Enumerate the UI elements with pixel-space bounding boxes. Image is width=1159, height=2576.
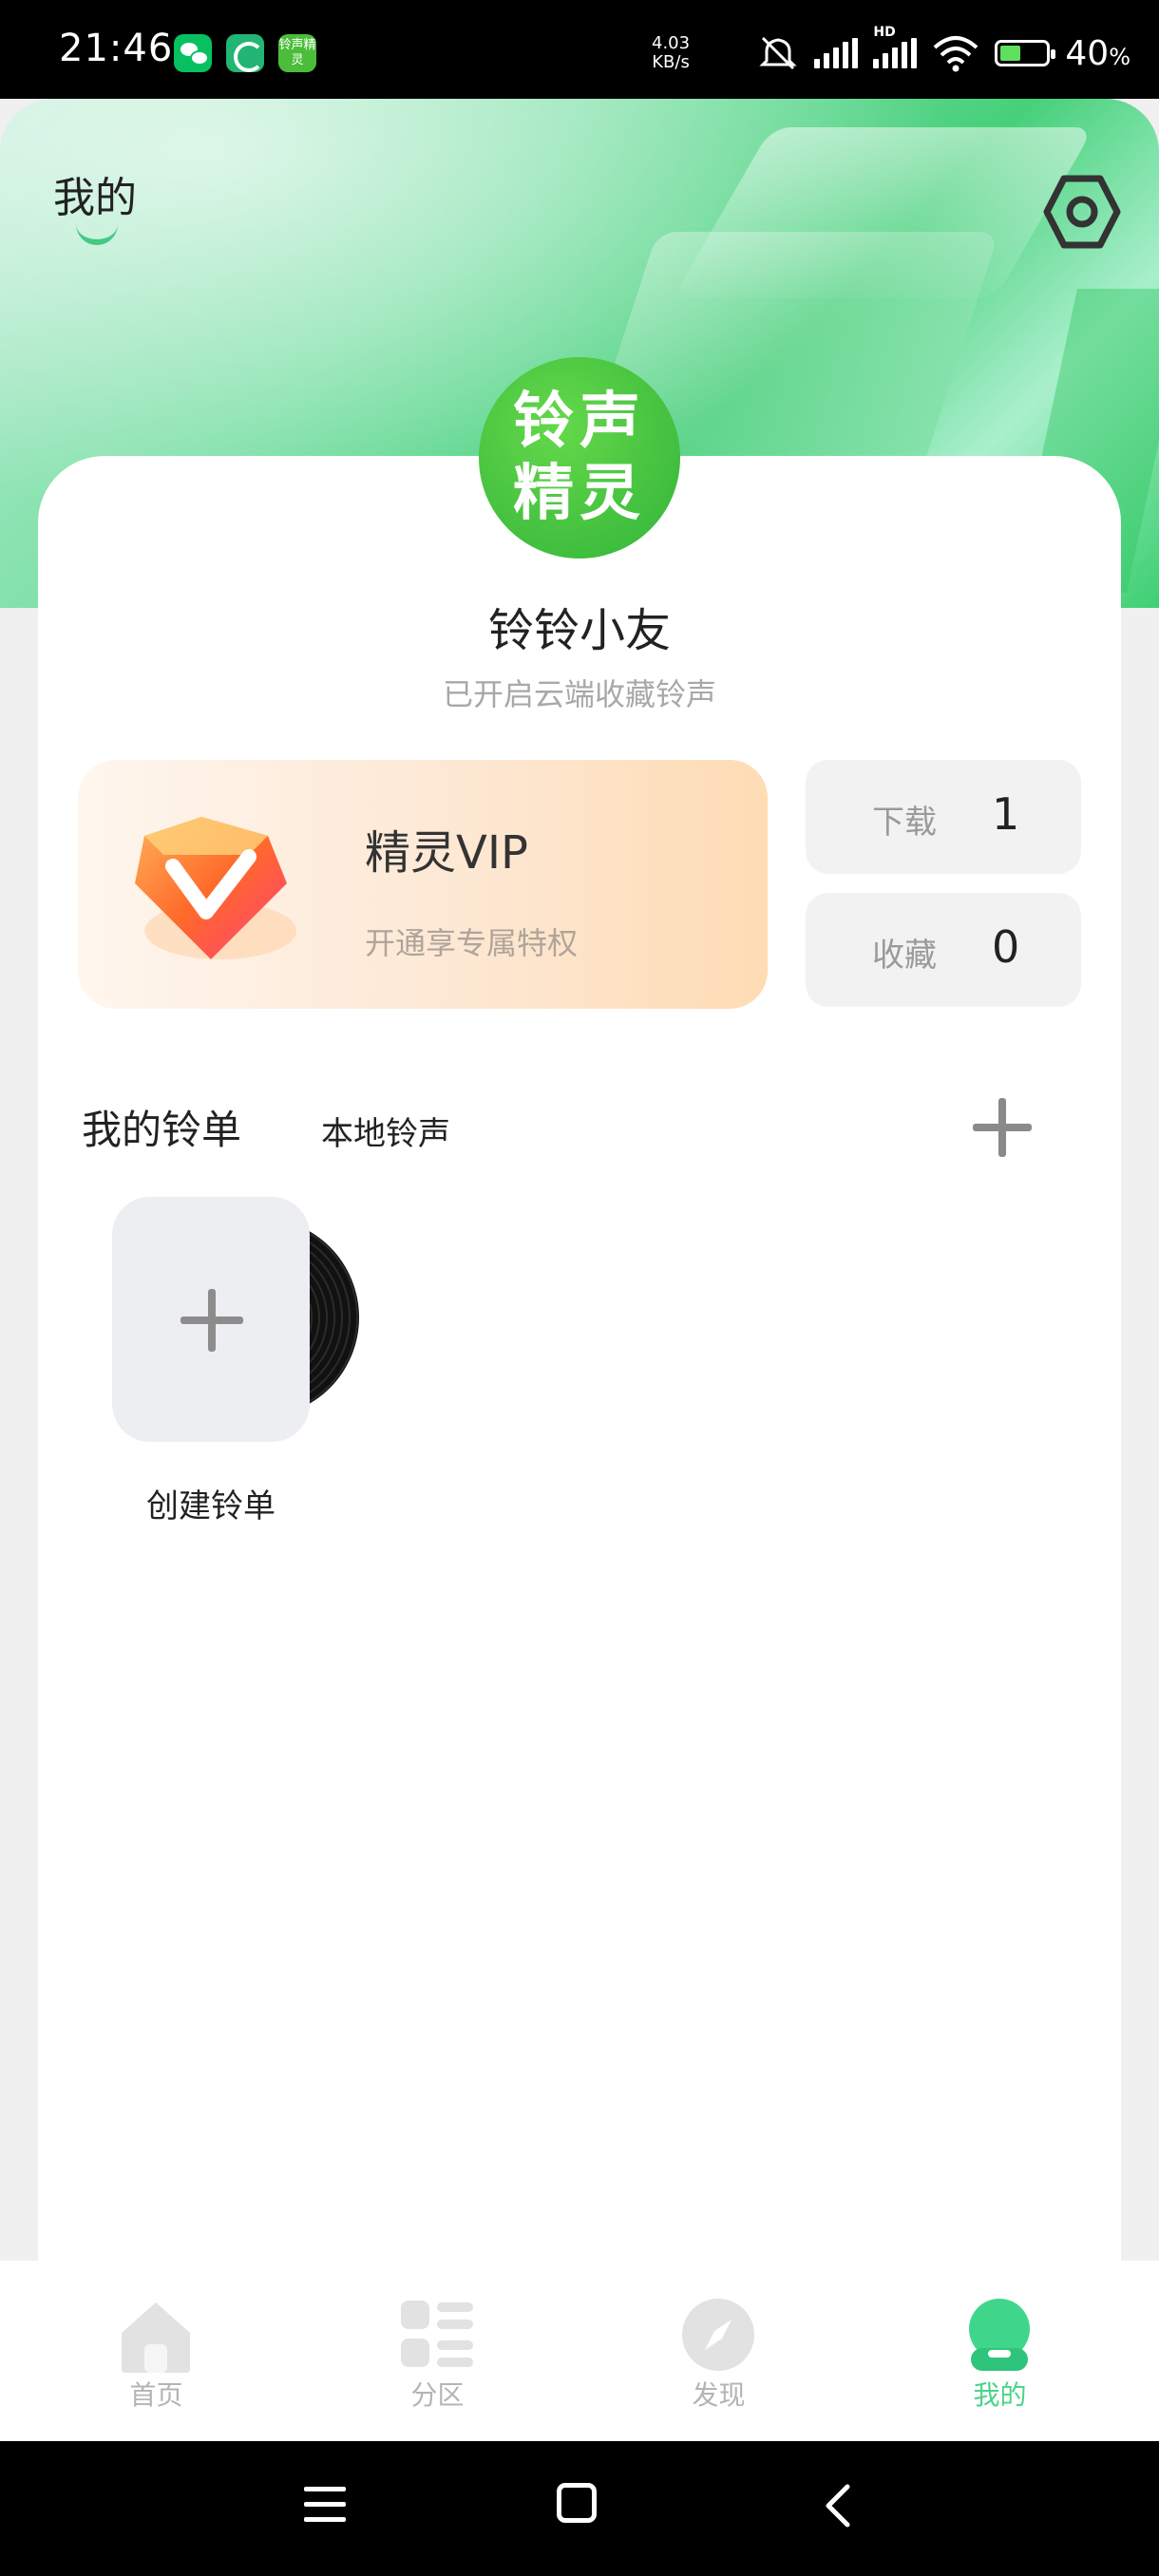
home-icon: [122, 2302, 190, 2373]
add-playlist-button[interactable]: [967, 1092, 1037, 1163]
network-speed: 4.03 KB/s: [652, 34, 690, 72]
downloads-count: 1: [992, 788, 1020, 840]
recent-apps-button[interactable]: [304, 2487, 346, 2525]
status-bar: 21:46 铃声精灵 4.03 KB/s HD 40%: [0, 0, 1159, 99]
downloads-label: 下载: [872, 804, 937, 842]
status-icons: HD 40%: [757, 25, 1130, 78]
bottom-navigation: 首页 分区 发现 我的: [0, 2261, 1159, 2441]
category-icon: [401, 2301, 473, 2367]
nav-discover[interactable]: 发现: [574, 2261, 864, 2441]
vip-title: 精灵VIP: [365, 826, 528, 880]
nav-mine[interactable]: 我的: [855, 2261, 1145, 2441]
vip-subtitle: 开通享专属特权: [365, 925, 579, 961]
wifi-icon: [934, 36, 978, 72]
swirl-app-icon: [226, 34, 264, 72]
nav-discover-label: 发现: [692, 2379, 746, 2411]
profile-icon: [969, 2299, 1030, 2371]
nav-category-label: 分区: [410, 2379, 465, 2411]
avatar-text-line2: 精灵: [513, 459, 646, 529]
home-button[interactable]: [557, 2483, 597, 2523]
network-speed-unit: KB/s: [652, 52, 690, 72]
signal-icon: [814, 38, 859, 68]
create-playlist-button[interactable]: [112, 1197, 310, 1442]
system-navigation-bar: [0, 2441, 1159, 2576]
wechat-icon: [174, 34, 212, 72]
ringtone-app-icon: 铃声精灵: [278, 34, 316, 72]
nav-home-label: 首页: [129, 2379, 183, 2411]
cloud-sync-status: 已开启云端收藏铃声: [442, 676, 716, 712]
username[interactable]: 铃铃小友: [0, 593, 1159, 659]
settings-gear-icon[interactable]: [1043, 173, 1121, 251]
create-playlist-label[interactable]: 创建铃单: [95, 1480, 327, 1526]
vip-diamond-icon: [135, 817, 296, 959]
downloads-stat[interactable]: 下载 1: [806, 760, 1081, 874]
status-time: 21:46: [59, 27, 174, 70]
back-button[interactable]: [819, 2483, 857, 2529]
mute-icon: [759, 36, 797, 70]
battery-percent: 40%: [1065, 33, 1130, 73]
nav-mine-label: 我的: [973, 2379, 1027, 2411]
tab-my-playlists[interactable]: 我的铃单: [82, 1098, 241, 1156]
battery-icon: [995, 40, 1056, 66]
avatar[interactable]: 铃声 精灵: [479, 357, 680, 559]
compass-icon: [682, 2299, 754, 2371]
avatar-text-line1: 铃声: [513, 387, 646, 457]
favorites-label: 收藏: [872, 937, 937, 975]
favorites-stat[interactable]: 收藏 0: [806, 893, 1081, 1007]
tab-local-ringtones[interactable]: 本地铃声: [321, 1108, 450, 1154]
nav-home[interactable]: 首页: [11, 2261, 301, 2441]
vip-card[interactable]: 精灵VIP 开通享专属特权: [78, 760, 768, 1009]
signal-hd-icon: HD: [873, 25, 918, 68]
favorites-count: 0: [992, 921, 1020, 973]
network-speed-value: 4.03: [652, 33, 691, 53]
nav-category[interactable]: 分区: [293, 2261, 582, 2441]
hd-label: HD: [873, 25, 896, 40]
page-title: 我的: [53, 174, 137, 222]
